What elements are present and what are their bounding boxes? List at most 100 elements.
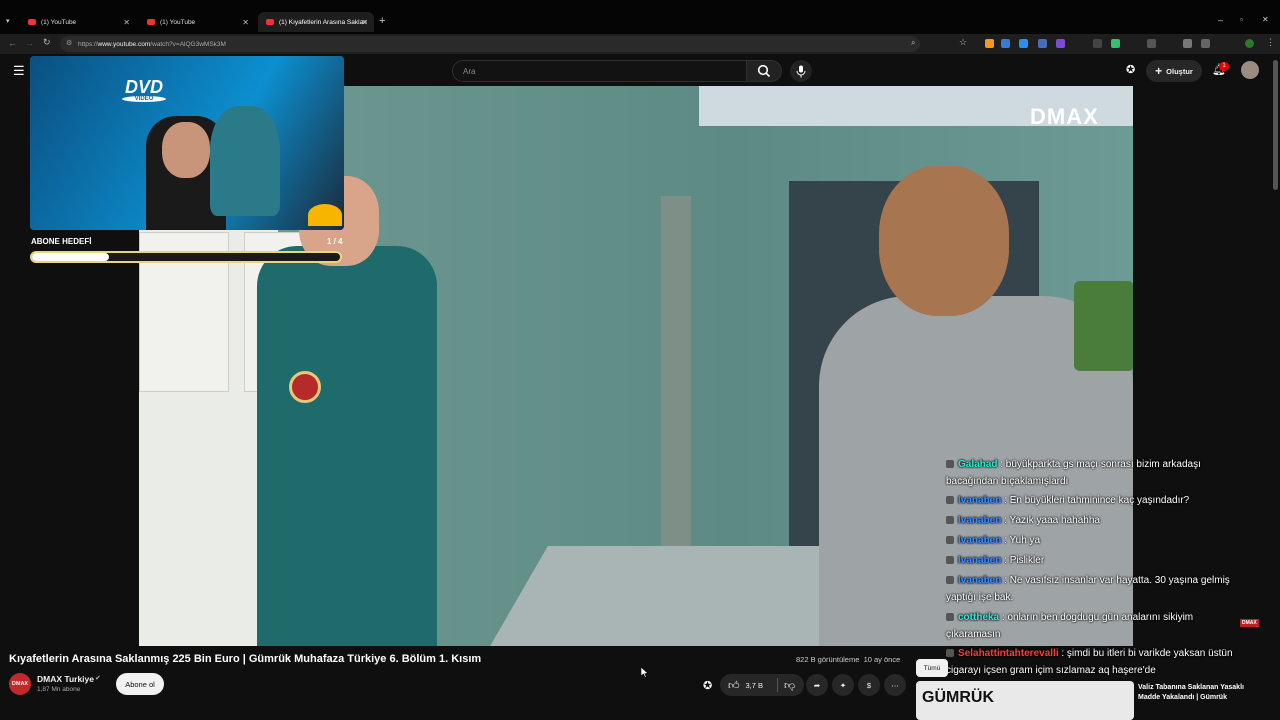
customs-badge-emblem [289,371,321,403]
filter-chip-all[interactable]: Tümü [916,659,948,677]
like-count[interactable]: 3,7 B [746,681,764,690]
extension-icon[interactable] [1038,39,1047,48]
more-actions-button[interactable]: ⋯ [884,674,906,696]
chat-message: Ivanaben : Pislikler [946,552,1246,569]
chat-message: Selahattintahterevalli : şimdi bu itleri… [946,645,1246,679]
dvd-logo: DVD VIDEO [114,78,174,108]
mouse-cursor-icon [641,667,648,678]
browser-tab-3-active[interactable]: (1) Kıyafetlerin Arasına Saklanm ✕ [258,12,374,32]
chat-text: : Yuh ya [1001,535,1041,546]
chat-text: : Yazık yaaa hahahha [1001,515,1100,526]
chat-text: : En büyükleri tahminince kaç yaşındadır… [1001,495,1190,506]
extension-icon[interactable] [985,39,994,48]
search-button[interactable] [746,60,782,82]
create-label: Oluştur [1166,66,1193,76]
ai-assist-icon[interactable]: ✪ [703,679,712,692]
site-info-icon[interactable]: ⚙ [66,39,72,47]
browser-toolbar: ← → ↻ ⚙ https://www.youtube.com/watch?v=… [0,34,1280,54]
fire-graphic [308,204,342,226]
chat-message: Ivanaben : En büyükleri tahminince kaç y… [946,492,1246,509]
subscriber-goal-label: ABONE HEDEFİ [31,237,92,246]
chat-badge-icon [946,460,954,469]
minimize-icon[interactable]: – [1218,15,1223,25]
channel-name[interactable]: DMAX Turkiye [37,674,94,684]
browser-tab-1[interactable]: (1) YouTube ✕ [20,12,136,32]
chat-text: : Pislikler [1001,555,1045,566]
like-dislike-group: 👍︎ 3,7 B 👎︎ [720,674,804,696]
close-tab-icon[interactable]: ✕ [242,18,249,27]
extensions-puzzle-icon[interactable] [1201,39,1210,48]
create-button[interactable]: + Oluştur [1146,60,1202,82]
extension-icon[interactable] [1019,39,1028,48]
url-field[interactable]: ⚙ https://www.youtube.com/watch?v=AlQG3w… [60,36,920,52]
subscriber-goal-fill [32,253,109,261]
extension-icon[interactable] [1056,39,1065,48]
tab-label: (1) YouTube [41,18,77,26]
account-avatar[interactable] [1241,61,1259,79]
hamburger-menu-icon[interactable]: ☰ [13,63,25,79]
browser-menu-icon[interactable]: ⋮ [1266,37,1275,48]
chat-username: cottheka [958,612,1000,623]
chat-badge-icon [946,496,954,505]
youtube-favicon-icon [28,19,36,25]
dmax-watermark: DMAX [1030,104,1099,129]
forward-icon[interactable]: → [25,38,34,48]
channel-avatar[interactable]: DMAX [9,673,31,695]
url-domain: www.youtube.com [97,40,151,48]
extension-icon[interactable] [1093,39,1102,48]
chat-message: Ivanaben : Yazık yaaa hahahha [946,512,1246,529]
streamer-head [162,122,210,178]
close-tab-icon[interactable]: ✕ [123,18,130,27]
microphone-icon [796,65,806,77]
subscriber-goal-count: 1 / 4 [327,237,343,246]
chat-message: Ivanaben : Ne vasıfsız insanlar var haya… [946,572,1251,606]
reload-icon[interactable]: ↻ [43,37,51,48]
bookmark-star-icon[interactable]: ☆ [959,37,967,48]
sparkle-icon: ✦ [839,680,847,690]
maximize-icon[interactable]: ▫ [1240,15,1243,24]
url-prefix: https:// [78,40,98,48]
chat-badge-icon [946,536,954,545]
search-input[interactable]: Ara [452,60,747,82]
chat-username: Ivanaben [958,575,1002,586]
search-placeholder: Ara [463,66,476,76]
close-window-icon[interactable]: ✕ [1262,15,1269,24]
extension-icon[interactable] [1111,39,1120,48]
ask-button[interactable]: ✦ [832,674,854,696]
recommended-title[interactable]: Valiz Tabanına Saklanan Yasaklı Madde Ya… [1138,683,1260,703]
recommended-thumbnail[interactable]: GÜMRÜK [916,681,1134,720]
tab-list-chevron-icon[interactable]: ▾ [6,17,10,25]
dislike-icon[interactable]: 👎︎ [784,679,795,692]
zoom-icon[interactable]: ⌕ [911,38,915,48]
browser-tab-bar: ▾ (1) YouTube ✕ (1) YouTube ✕ (1) Kıyafe… [0,0,1280,34]
profile-icon[interactable] [1245,39,1254,48]
video-title: Kıyafetlerin Arasına Saklanmış 225 Bin E… [9,653,482,665]
plus-icon: + [1155,64,1163,78]
premium-badge-icon[interactable]: ✪ [1126,63,1135,76]
youtube-favicon-icon [147,19,155,25]
share-button[interactable]: ➦ [806,674,828,696]
like-icon[interactable]: 👍︎ [728,679,740,692]
extension-icon[interactable] [1001,39,1010,48]
browser-tab-2[interactable]: (1) YouTube ✕ [139,12,255,32]
subscribe-button[interactable]: Abone ol [116,673,164,695]
close-tab-icon[interactable]: ✕ [361,18,368,27]
back-icon[interactable]: ← [8,38,17,48]
chat-username: Ivanaben [958,515,1002,526]
thanks-button[interactable]: $ [858,674,880,696]
scene-green-bin [1074,281,1133,371]
page-scrollbar[interactable] [1273,60,1278,190]
upload-age: 10 ay önce [863,655,901,664]
more-horizontal-icon: ⋯ [891,680,899,690]
extension-icon[interactable] [1183,39,1192,48]
new-tab-icon[interactable]: + [379,15,385,27]
extension-icon[interactable] [1147,39,1156,48]
subscriber-count: 1,87 Mn abone [37,686,81,693]
chat-username: Galahad [958,459,998,470]
chat-message: Ivanaben : Yuh ya [946,532,1246,549]
chat-badge-icon [946,516,954,525]
chat-badge-icon [946,576,954,585]
voice-search-button[interactable] [790,60,812,82]
mascot-figure [210,106,280,216]
notification-count-badge: 1 [1219,62,1229,71]
